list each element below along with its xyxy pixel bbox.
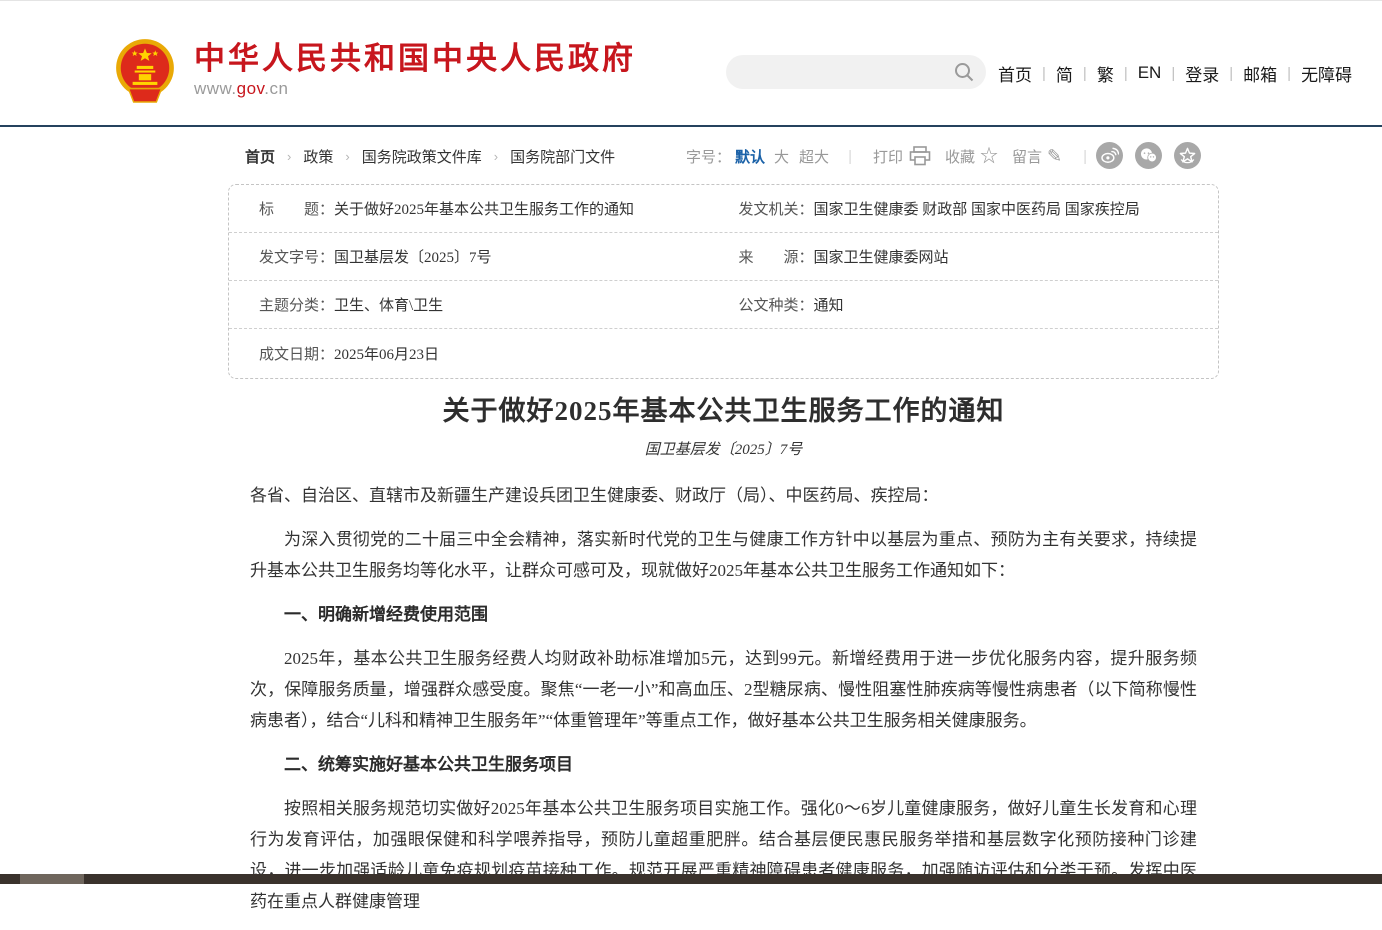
breadcrumb-policy-library[interactable]: 国务院政策文件库 [362, 146, 482, 167]
meta-date-label: 成文日期： [259, 343, 334, 364]
share-qzone-button[interactable] [1174, 142, 1201, 169]
share-buttons [1096, 142, 1213, 169]
toolbar-divider: | [1083, 148, 1087, 165]
site-logo[interactable]: 中华人民共和国中央人民政府 www.gov.cn [112, 37, 636, 103]
meta-source-label: 来 源： [739, 246, 814, 267]
breadcrumb: 首页 › 政策 › 国务院政策文件库 › 国务院部门文件 [245, 146, 615, 167]
breadcrumb-current: 国务院部门文件 [510, 146, 615, 167]
meta-title-value: 关于做好2025年基本公共卫生服务工作的通知 [334, 198, 634, 219]
top-nav: 首页 | 简 | 繁 | EN | 登录 | 邮箱 | 无障碍 [997, 59, 1353, 87]
meta-agency-cell: 发文机关： 国家卫生健康委 财政部 国家中医药局 国家疾控局 [739, 198, 1219, 219]
star-icon: ☆ [980, 147, 998, 165]
article-doc-number: 国卫基层发〔2025〕7号 [228, 438, 1219, 459]
comment-label: 留言 [1012, 146, 1042, 167]
nav-separator: | [1171, 65, 1175, 82]
nav-home[interactable]: 首页 [997, 61, 1033, 86]
nav-separator: | [1124, 65, 1128, 82]
search-icon[interactable] [954, 62, 974, 82]
meta-title-cell: 标 题： 关于做好2025年基本公共卫生服务工作的通知 [259, 198, 739, 219]
site-header: 中华人民共和国中央人民政府 www.gov.cn 首页 | 简 | 繁 | EN… [0, 1, 1382, 125]
national-emblem-icon [112, 37, 178, 103]
meta-date-value: 2025年06月23日 [334, 343, 439, 364]
nav-accessibility[interactable]: 无障碍 [1300, 61, 1353, 86]
meta-source-value: 国家卫生健康委网站 [814, 246, 949, 267]
meta-row-date: 成文日期： 2025年06月23日 [229, 329, 1218, 377]
article-paragraph: 按照相关服务规范切实做好2025年基本公共卫生服务项目实施工作。强化0～6岁儿童… [250, 793, 1197, 917]
site-url-cn: .cn [264, 79, 288, 98]
meta-category-label: 主题分类： [259, 294, 334, 315]
article-section-heading-1: 一、明确新增经费使用范围 [250, 599, 1197, 630]
weibo-icon [1100, 146, 1119, 165]
article-salutation: 各省、自治区、直辖市及新疆生产建设兵团卫生健康委、财政厅（局）、中医药局、疾控局… [250, 480, 1197, 511]
meta-docnumber-label: 发文字号： [259, 246, 334, 267]
article: 关于做好2025年基本公共卫生服务工作的通知 国卫基层发〔2025〕7号 各省、… [228, 393, 1219, 930]
breadcrumb-policy[interactable]: 政策 [303, 146, 333, 167]
print-label: 打印 [873, 146, 903, 167]
logo-text: 中华人民共和国中央人民政府 www.gov.cn [194, 42, 636, 99]
nav-simplified[interactable]: 简 [1055, 61, 1074, 86]
meta-row-title-agency: 标 题： 关于做好2025年基本公共卫生服务工作的通知 发文机关： 国家卫生健康… [229, 185, 1218, 233]
chevron-right-icon: › [287, 149, 291, 164]
nav-separator: | [1083, 65, 1087, 82]
scrollbar-thumb[interactable] [20, 874, 84, 884]
search-box [726, 55, 986, 89]
nav-english[interactable]: EN [1137, 63, 1163, 83]
site-url: www.gov.cn [194, 79, 636, 99]
meta-category-cell: 主题分类： 卫生、体育\卫生 [259, 294, 739, 315]
horizontal-scrollbar[interactable] [0, 874, 1382, 884]
site-title: 中华人民共和国中央人民政府 [194, 42, 636, 76]
meta-doctype-cell: 公文种类： 通知 [739, 294, 1219, 315]
chevron-right-icon: › [345, 149, 349, 164]
article-paragraph: 2025年，基本公共卫生服务经费人均财政补助标准增加5元，达到99元。新增经费用… [250, 643, 1197, 736]
meta-agency-label: 发文机关： [739, 198, 814, 219]
meta-row-number-source: 发文字号： 国卫基层发〔2025〕7号 来 源： 国家卫生健康委网站 [229, 233, 1218, 281]
meta-row-category-type: 主题分类： 卫生、体育\卫生 公文种类： 通知 [229, 281, 1218, 329]
site-url-gov: gov [237, 79, 265, 98]
comment-button[interactable]: 留言 ✎ [1012, 146, 1062, 167]
document-meta-table: 标 题： 关于做好2025年基本公共卫生服务工作的通知 发文机关： 国家卫生健康… [228, 184, 1219, 379]
favorite-label: 收藏 [945, 146, 975, 167]
printer-icon [909, 146, 931, 166]
meta-category-value: 卫生、体育\卫生 [334, 294, 443, 315]
meta-date-cell: 成文日期： 2025年06月23日 [259, 343, 739, 364]
favorite-button[interactable]: 收藏 ☆ [945, 146, 998, 167]
meta-docnumber-cell: 发文字号： 国卫基层发〔2025〕7号 [259, 246, 739, 267]
wechat-icon [1139, 146, 1158, 165]
meta-doctype-value: 通知 [814, 294, 844, 315]
header-divider [0, 125, 1382, 127]
breadcrumb-home[interactable]: 首页 [245, 146, 275, 167]
meta-docnumber-value: 国卫基层发〔2025〕7号 [334, 246, 492, 267]
article-section-heading-2: 二、统筹实施好基本公共卫生服务项目 [250, 749, 1197, 780]
font-size-xlarge-button[interactable]: 超大 [799, 146, 829, 167]
share-wechat-button[interactable] [1135, 142, 1162, 169]
print-button[interactable]: 打印 [873, 146, 931, 167]
toolbar-divider: | [848, 148, 852, 165]
site-url-www: www. [194, 79, 237, 98]
meta-title-label: 标 题： [259, 198, 334, 219]
search-input[interactable] [726, 55, 986, 89]
nav-separator: | [1287, 65, 1291, 82]
article-paragraph: 为深入贯彻党的二十届三中全会精神，落实新时代党的卫生与健康工作方针中以基层为重点… [250, 524, 1197, 586]
font-size-label: 字号： [686, 146, 731, 167]
chevron-right-icon: › [494, 149, 498, 164]
page-toolbar: 字号： 默认 大 超大 | 打印 收藏 ☆ 留言 ✎ | [686, 144, 1101, 168]
meta-doctype-label: 公文种类： [739, 294, 814, 315]
nav-separator: | [1042, 65, 1046, 82]
star-share-icon [1178, 146, 1197, 165]
nav-separator: | [1229, 65, 1233, 82]
nav-login[interactable]: 登录 [1184, 61, 1220, 86]
font-size-large-button[interactable]: 大 [774, 146, 789, 167]
nav-mailbox[interactable]: 邮箱 [1242, 61, 1278, 86]
pencil-icon: ✎ [1047, 147, 1062, 165]
article-body: 各省、自治区、直辖市及新疆生产建设兵团卫生健康委、财政厅（局）、中医药局、疾控局… [250, 480, 1197, 917]
article-title: 关于做好2025年基本公共卫生服务工作的通知 [228, 393, 1219, 429]
nav-traditional[interactable]: 繁 [1096, 61, 1115, 86]
meta-source-cell: 来 源： 国家卫生健康委网站 [739, 246, 1219, 267]
meta-agency-value: 国家卫生健康委 财政部 国家中医药局 国家疾控局 [814, 198, 1140, 219]
share-weibo-button[interactable] [1096, 142, 1123, 169]
font-size-default-button[interactable]: 默认 [735, 146, 765, 167]
